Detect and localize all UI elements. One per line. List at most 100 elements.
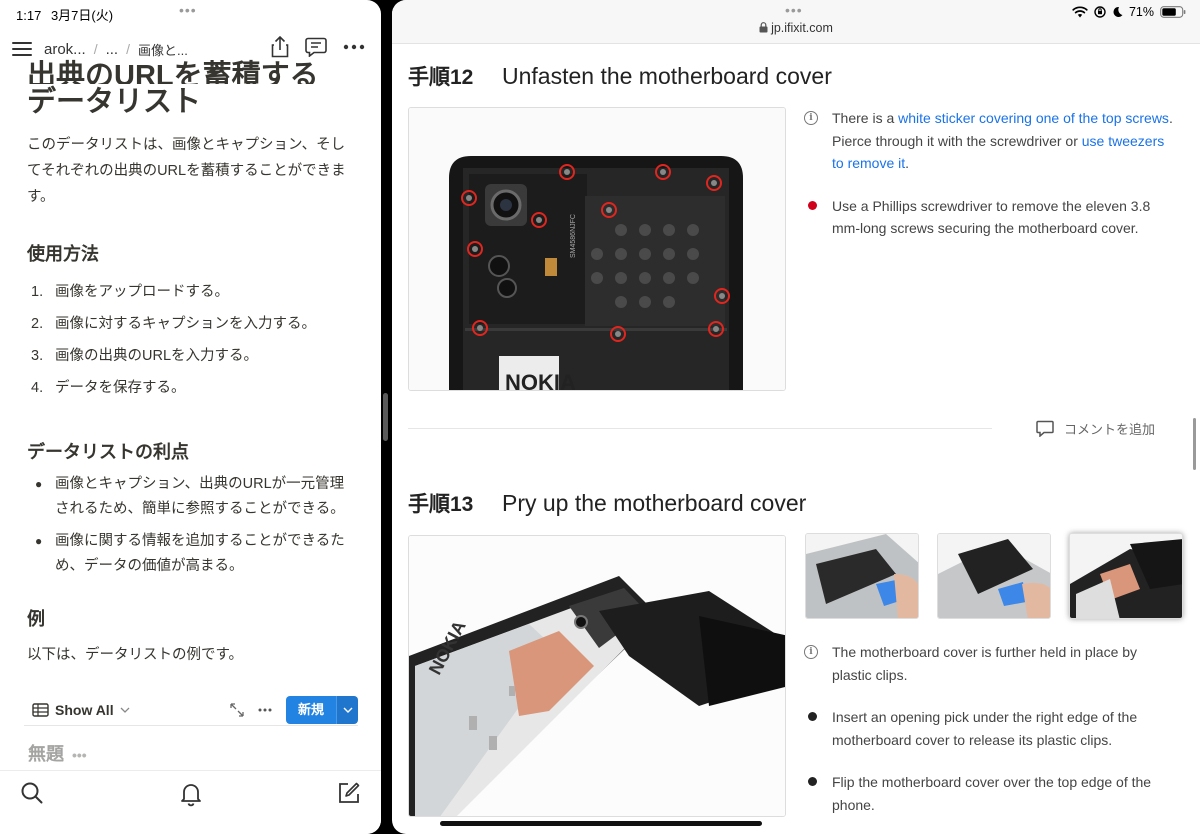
comments-icon[interactable] <box>305 37 327 57</box>
list-item: 1. 画像をアップロードする。 <box>27 276 357 308</box>
list-text: データを保存する。 <box>55 380 186 396</box>
info-icon: i <box>804 111 818 125</box>
list-item: 3. 画像の出典のURLを入力する。 <box>27 340 357 372</box>
step-divider <box>408 428 992 429</box>
database-toolbar: Show All 新規 <box>24 694 358 726</box>
chevron-down-icon[interactable] <box>336 695 358 724</box>
compose-icon[interactable] <box>337 781 361 805</box>
list-number: 3. <box>31 348 44 364</box>
scrollbar[interactable] <box>1193 418 1196 470</box>
thumbnail-3-active[interactable] <box>1069 533 1183 619</box>
list-item: 4. データを保存する。 <box>27 372 357 404</box>
list-text: 画像に対するキャプションを入力する。 <box>55 316 316 332</box>
lock-icon <box>759 22 768 33</box>
bullet-item-black: Insert an opening pick under the right e… <box>804 706 1174 751</box>
bullet-text: Flip the motherboard cover over the top … <box>832 774 1152 813</box>
step-number: 手順12 <box>408 66 474 89</box>
list-number: 1. <box>31 284 44 300</box>
bullet-item-info: i The motherboard cover is further held … <box>804 641 1174 686</box>
breadcrumb-separator: / <box>93 41 98 57</box>
bullet-icon: ● <box>35 477 43 491</box>
breadcrumb-item[interactable]: ... <box>106 41 119 58</box>
more-icon[interactable] <box>258 708 272 712</box>
notion-pane: 1:17 3月7日(火) ••• arok... / ... / 画像と... … <box>0 0 381 834</box>
url-field[interactable]: jp.ifixit.com <box>392 21 1200 35</box>
list-item: 2. 画像に対するキャプションを入力する。 <box>27 308 357 340</box>
bell-icon[interactable] <box>179 781 203 807</box>
page-title-line1: 出典のURLを蓄積する <box>27 56 357 84</box>
list-text: 画像の出典のURLを入力する。 <box>55 348 259 364</box>
intro-paragraph: このデータリストは、画像とキャプション、そしてそれぞれの出典のURLを蓄積するこ… <box>27 137 346 205</box>
example-text: 以下は、データリストの例です。 <box>27 647 244 663</box>
search-icon[interactable] <box>20 781 44 805</box>
bullet-icon: ● <box>35 534 43 548</box>
bullet-text: The motherboard cover is further held in… <box>832 644 1138 683</box>
thumbnail-2[interactable] <box>937 533 1051 619</box>
page-title-partial: 出典のURLを蓄積する <box>27 60 319 84</box>
benefits-heading: データリストの利点 <box>27 442 189 462</box>
step-12-title: 手順12 Unfasten the motherboard cover <box>408 61 832 91</box>
step-heading: Unfasten the motherboard cover <box>502 63 832 89</box>
ifixit-pane: ••• jp.ifixit.com 71% 手順12 Unfasten the … <box>392 0 1200 834</box>
add-comment-label: コメントを追加 <box>1064 422 1156 437</box>
bullet-item-info: i There is a white sticker covering one … <box>804 107 1174 175</box>
battery-icon <box>1160 6 1186 18</box>
expand-icon[interactable] <box>230 702 244 717</box>
view-selector[interactable]: Show All <box>24 702 130 718</box>
untitled-label: 無題 <box>28 744 64 764</box>
list-number: 2. <box>31 316 44 332</box>
status-time: 1:17 <box>16 8 42 23</box>
list-item: ● 画像とキャプション、出典のURLが一元管理されるため、簡単に参照することができ… <box>27 472 357 522</box>
step-13-title: 手順13 Pry up the motherboard cover <box>408 488 806 518</box>
step-12-photo[interactable]: SM4586NJFC NOKIA <box>408 107 786 391</box>
status-date: 3月7日(火) <box>50 8 114 23</box>
share-icon[interactable] <box>271 36 289 58</box>
svg-text:SM4586NJFC: SM4586NJFC <box>570 214 577 258</box>
untitled-group[interactable]: 無題 ••• <box>28 740 87 766</box>
orientation-lock-icon <box>1094 6 1106 18</box>
usage-heading: 使用方法 <box>27 244 99 264</box>
status-bar-left: 1:17 3月7日(火) <box>16 5 119 24</box>
breadcrumb-separator: / <box>126 41 130 57</box>
safari-address-bar[interactable]: ••• jp.ifixit.com 71% <box>392 0 1200 44</box>
red-bullet-icon <box>808 200 817 210</box>
comment-icon <box>1036 420 1054 437</box>
table-icon <box>32 702 49 717</box>
moon-icon <box>1113 6 1123 17</box>
multitasking-handle[interactable]: ••• <box>179 2 197 18</box>
new-button[interactable]: 新規 <box>285 695 358 724</box>
black-bullet-icon <box>808 777 817 786</box>
list-text: 画像に関する情報を追加することができるため、データの価値が高まる。 <box>55 533 345 574</box>
more-icon[interactable] <box>343 44 365 50</box>
breadcrumb-item[interactable]: arok... <box>44 41 86 58</box>
bottom-tab-bar <box>0 770 381 834</box>
benefits-list: ● 画像とキャプション、出典のURLが一元管理されるため、簡単に参照することができ… <box>27 472 357 579</box>
more-icon[interactable]: ••• <box>72 747 87 763</box>
page-content: 出典のURLを蓄積する データリスト このデータリストは、画像とキャプション、そ… <box>27 58 357 664</box>
url-text: jp.ifixit.com <box>771 21 833 35</box>
new-button-label: 新規 <box>285 695 336 724</box>
add-comment-button[interactable]: コメントを追加 <box>1036 419 1155 438</box>
thumbnail-1[interactable] <box>805 533 919 619</box>
menu-icon[interactable] <box>12 41 32 57</box>
bullet-text: There is a white sticker covering one of… <box>832 110 1173 171</box>
step-number: 手順13 <box>408 493 474 516</box>
example-heading: 例 <box>27 609 45 629</box>
bullet-text: Use a Phillips screwdriver to remove the… <box>832 197 1151 237</box>
list-item: ● 画像に関する情報を追加することができるため、データの価値が高まる。 <box>27 529 357 579</box>
step-13-bullets: i The motherboard cover is further held … <box>804 641 1174 834</box>
chevron-down-icon <box>120 707 130 713</box>
step-13-photo[interactable]: NOKIA <box>408 535 786 817</box>
sticker-link[interactable]: white sticker covering one of the top sc… <box>898 110 1169 126</box>
bullet-text: Insert an opening pick under the right e… <box>832 709 1138 748</box>
multitasking-handle[interactable]: ••• <box>785 2 803 18</box>
wifi-icon <box>1072 6 1088 18</box>
step-12-bullets: i There is a white sticker covering one … <box>804 107 1174 260</box>
split-view-divider[interactable] <box>383 393 388 441</box>
info-icon: i <box>804 645 818 659</box>
home-indicator[interactable] <box>440 821 762 826</box>
svg-text:NOKIA: NOKIA <box>505 370 576 391</box>
usage-list: 1. 画像をアップロードする。 2. 画像に対するキャプションを入力する。 3. 画像… <box>27 276 357 404</box>
list-text: 画像をアップロードする。 <box>55 284 229 300</box>
list-text: 画像とキャプション、出典のURLが一元管理されるため、簡単に参照することができる… <box>55 476 345 517</box>
